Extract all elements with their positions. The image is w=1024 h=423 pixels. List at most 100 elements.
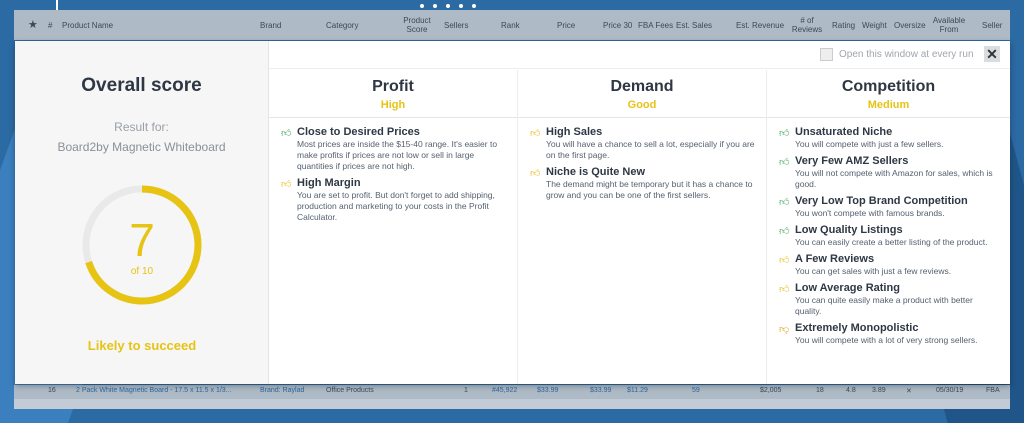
feature-title: Extremely Monopolistic [795, 322, 919, 334]
column-header[interactable]: Price [557, 21, 575, 30]
column-header[interactable]: # of Reviews [790, 16, 824, 34]
niche-score-modal: Overall score Result for: Board2by Magne… [15, 41, 1010, 384]
feature-title: Very Few AMZ Sellers [795, 155, 909, 167]
feature-description: You are set to profit. But don't forget … [297, 190, 495, 222]
column-header-index[interactable]: # [48, 21, 52, 30]
competition-title: Competition [841, 78, 936, 95]
verdict-text: Likely to succeed [87, 338, 197, 353]
overall-score-panel: Overall score Result for: Board2by Magne… [15, 41, 269, 384]
feature-description: You will compete with a lot of very stro… [795, 335, 978, 345]
feature-description: Most prices are inside the $15-40 range.… [297, 139, 498, 171]
product-name: Board2by Magnetic Whiteboard [57, 140, 226, 154]
feature-item: 👍︎ A Few Reviews You can get sales with ju… [779, 253, 1000, 277]
feature-description: You will compete with just a few sellers… [795, 139, 944, 149]
table-header: ★ # Product Name Brand Category Product … [14, 10, 1010, 40]
open-every-run-checkbox[interactable] [820, 48, 833, 61]
table-row[interactable] [14, 399, 1010, 409]
revenue-cell: $2,005 [760, 387, 782, 394]
overall-score-title: Overall score [81, 75, 202, 96]
feature-title: Niche is Quite New [546, 166, 646, 178]
feature-title: A Few Reviews [795, 253, 875, 265]
feature-item: 👍︎ Very Low Top Brand Competition You won'… [779, 195, 1000, 219]
demand-title: Demand [610, 78, 674, 95]
column-header[interactable]: Product Score [402, 16, 432, 34]
feature-title: Low Average Rating [795, 282, 900, 294]
sales-cell: 59 [692, 387, 700, 394]
category-cell: Office Products [326, 387, 374, 394]
column-header[interactable]: Weight [862, 21, 887, 30]
reviews-cell: 18 [816, 387, 824, 394]
thumbs-up-icon: 👍︎ [281, 179, 292, 190]
feature-item: 👍︎ High Sales You will have a chance to se… [530, 126, 756, 161]
brand-link[interactable]: Brand: Raylad [260, 387, 304, 394]
score-gauge: 7 of 10 [80, 183, 204, 307]
column-header[interactable]: Oversize [894, 21, 926, 30]
score-of: of 10 [130, 266, 154, 277]
modal-topbar: Open this window at every run ✕ [269, 41, 1010, 69]
column-header[interactable]: Product Name [62, 21, 113, 30]
product-link[interactable]: 2 Pack White Magnetic Board - 17.5 x 11.… [76, 387, 232, 394]
feature-item: 👍︎ Niche is Quite New The demand might be … [530, 166, 756, 201]
price-cell: $33.99 [537, 387, 559, 394]
feature-item: 👍︎ Low Average Rating You can quite easily… [779, 282, 1000, 317]
feature-description: The demand might be temporary but it has… [546, 179, 753, 200]
feature-title: High Sales [546, 126, 603, 138]
oversize-cell: ✕ [906, 388, 912, 395]
feature-description: You can easily create a better listing o… [795, 237, 988, 247]
column-header[interactable]: FBA Fees [638, 21, 673, 30]
open-every-run-label[interactable]: Open this window at every run [839, 49, 974, 60]
feature-description: You can quite easily make a product with… [795, 295, 973, 316]
feature-title: Unsaturated Niche [795, 126, 893, 138]
column-header[interactable]: Est. Sales [676, 21, 712, 30]
price30-cell: $33.99 [590, 387, 612, 394]
feature-description: You can get sales with just a few review… [795, 266, 952, 276]
sellers-cell: 1 [464, 387, 468, 394]
feature-item: 👍︎ Very Few AMZ Sellers You will not compe… [779, 155, 1000, 190]
thumbs-up-icon: 👍︎ [779, 284, 790, 295]
score-value: 7 [129, 214, 155, 266]
feature-title: Very Low Top Brand Competition [795, 195, 968, 207]
rank-cell[interactable]: #45,922 [492, 387, 517, 394]
profit-title: Profit [372, 78, 414, 95]
feature-item: 👎︎ Extremely Monopolistic You will compete… [779, 322, 1000, 346]
rating-cell: 4.8 [846, 387, 856, 394]
column-header[interactable]: Category [326, 21, 358, 30]
seller-cell: FBA [986, 387, 1000, 394]
thumbs-up-icon: 👍︎ [779, 255, 790, 266]
profit-column: Profit High 👍︎ Close to Desired Prices Most… [269, 70, 518, 384]
thumbs-up-icon: 👍︎ [530, 128, 541, 139]
thumbs-down-icon: 👎︎ [779, 324, 790, 335]
feature-description: You will not compete with Amazon for sal… [795, 168, 993, 189]
column-header[interactable]: Rating [832, 21, 855, 30]
column-header[interactable]: Seller [982, 21, 1002, 30]
profit-level: High [380, 99, 406, 111]
column-header[interactable]: Rank [501, 21, 520, 30]
feature-item: 👍︎ High Margin You are set to profit. But … [281, 177, 507, 223]
feature-description: You won't compete with famous brands. [795, 208, 945, 218]
column-header[interactable]: Sellers [444, 21, 468, 30]
competition-level: Medium [867, 99, 910, 111]
column-header[interactable]: Price 30 [603, 21, 632, 30]
star-icon[interactable]: ★ [28, 19, 38, 30]
column-header[interactable]: Available From [928, 16, 970, 34]
close-button[interactable]: ✕ [984, 46, 1000, 62]
column-header[interactable]: Est. Revenue [736, 21, 784, 30]
bg-dots [420, 4, 477, 8]
weight-cell: 3.89 [872, 387, 886, 394]
feature-title: Close to Desired Prices [297, 126, 420, 138]
thumbs-up-icon: 👍︎ [281, 128, 292, 139]
table-row[interactable]: 16 2 Pack White Magnetic Board - 17.5 x … [14, 385, 1010, 399]
feature-title: Low Quality Listings [795, 224, 903, 236]
thumbs-up-icon: 👍︎ [779, 197, 790, 208]
fba-cell: $11.29 [627, 387, 648, 394]
thumbs-up-icon: 👍︎ [779, 157, 790, 168]
feature-item: 👍︎ Unsaturated Niche You will compete with… [779, 126, 1000, 150]
feature-item: 👍︎ Low Quality Listings You can easily cre… [779, 224, 1000, 248]
available-cell: 05/30/19 [936, 387, 964, 394]
thumbs-up-icon: 👍︎ [530, 168, 541, 179]
result-for-label: Result for: [114, 120, 169, 134]
demand-level: Good [627, 99, 657, 111]
column-header[interactable]: Brand [260, 21, 281, 30]
feature-description: You will have a chance to sell a lot, es… [546, 139, 755, 160]
feature-title: High Margin [297, 177, 361, 189]
